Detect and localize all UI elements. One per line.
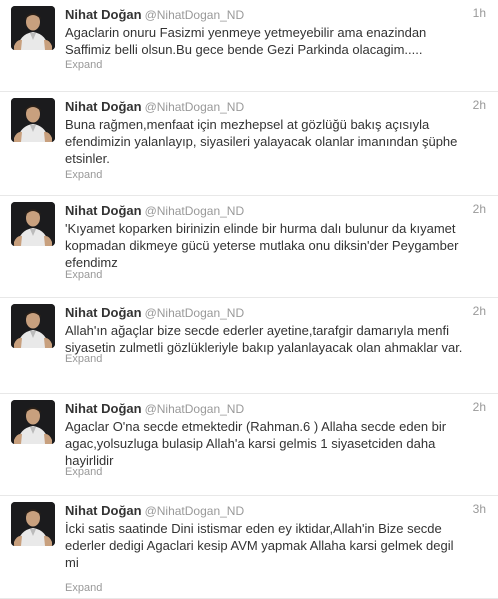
tweet-header: Nihat Doğan @NihatDogan_ND 2h	[65, 98, 486, 116]
tweet-timestamp[interactable]: 1h	[473, 6, 486, 20]
expand-link[interactable]: Expand	[65, 466, 102, 478]
tweet-text: 'Kıyamet koparken birinizin elinde bir h…	[65, 220, 485, 271]
author-name[interactable]: Nihat Doğan	[65, 503, 142, 518]
tweet-item[interactable]: Nihat Doğan @NihatDogan_ND 2h Buna rağmen,m…	[0, 92, 498, 196]
tweet-text: İcki satis saatinde Dini istismar eden e…	[65, 520, 485, 571]
profile-photo-image	[11, 98, 55, 142]
author-handle[interactable]: @NihatDogan_ND	[145, 100, 245, 114]
tweet-item[interactable]: Nihat Doğan @NihatDogan_ND 2h Allah'ın ağaç…	[0, 298, 498, 394]
author-handle[interactable]: @NihatDogan_ND	[145, 306, 245, 320]
tweet-text: Buna rağmen,menfaat için mezhepsel at gö…	[65, 116, 485, 167]
tweet-timestamp[interactable]: 2h	[473, 400, 486, 414]
tweet-timestamp[interactable]: 2h	[473, 202, 486, 216]
tweet-timestamp[interactable]: 2h	[473, 304, 486, 318]
tweet-text: Agaclar O'na secde etmektedir (Rahman.6 …	[65, 418, 485, 469]
tweet-header: Nihat Doğan @NihatDogan_ND 2h	[65, 400, 486, 418]
author-name[interactable]: Nihat Doğan	[65, 99, 142, 114]
tweet-text-line: ederler dedigi Agaclari kesip AVM yapmak…	[65, 538, 454, 553]
author-name[interactable]: Nihat Doğan	[65, 7, 142, 22]
author-handle[interactable]: @NihatDogan_ND	[145, 8, 245, 22]
tweet-header: Nihat Doğan @NihatDogan_ND 3h	[65, 502, 486, 520]
author-handle[interactable]: @NihatDogan_ND	[145, 402, 245, 416]
tweet-text-line: İcki satis saatinde Dini istismar eden e…	[65, 521, 442, 536]
tweet-text-line: Agaclarin onuru Fasizmi yenmeye yetmeyeb…	[65, 25, 427, 40]
tweet-header: Nihat Doğan @NihatDogan_ND 2h	[65, 202, 486, 220]
tweet-item[interactable]: Nihat Doğan @NihatDogan_ND 1h Agaclarin onu…	[0, 0, 498, 92]
profile-photo-image	[11, 202, 55, 246]
author-name[interactable]: Nihat Doğan	[65, 401, 142, 416]
tweet-feed: Nihat Doğan @NihatDogan_ND 1h Agaclarin onu…	[0, 0, 498, 599]
tweet-text: Allah'ın ağaçlar bize secde ederler ayet…	[65, 322, 485, 356]
profile-photo-image	[11, 304, 55, 348]
tweet-text-line: siyasetin zulmetli gözlükleriyle bakıp y…	[65, 340, 463, 355]
avatar[interactable]	[11, 98, 55, 142]
tweet-text-line: 'Kıyamet koparken birinizin elinde bir h…	[65, 221, 456, 236]
expand-link[interactable]: Expand	[65, 169, 102, 181]
tweet-text-line: Allah'ın ağaçlar bize secde ederler ayet…	[65, 323, 450, 338]
tweet-text-line: Buna rağmen,menfaat için mezhepsel at gö…	[65, 117, 430, 132]
expand-link[interactable]: Expand	[65, 59, 102, 71]
tweet-timestamp[interactable]: 3h	[473, 502, 486, 516]
tweet-text-line: kopmadan dikmeye gücü yeterse mutlaka on…	[65, 238, 459, 253]
avatar[interactable]	[11, 202, 55, 246]
tweet-text-line: efendimizin yalanlayıp, siyasileri yalay…	[65, 134, 458, 149]
tweet-text: Agaclarin onuru Fasizmi yenmeye yetmeyeb…	[65, 24, 485, 58]
tweet-text-line: Agaclar O'na secde etmektedir (Rahman.6 …	[65, 419, 447, 434]
profile-photo-image	[11, 400, 55, 444]
tweet-text-line: agac,yolsuzluga bulasip Allah'a karsi ge…	[65, 436, 436, 451]
avatar[interactable]	[11, 400, 55, 444]
tweet-header: Nihat Doğan @NihatDogan_ND 2h	[65, 304, 486, 322]
author-handle[interactable]: @NihatDogan_ND	[145, 504, 245, 518]
expand-link[interactable]: Expand	[65, 353, 102, 365]
tweet-header: Nihat Doğan @NihatDogan_ND 1h	[65, 6, 486, 24]
author-handle[interactable]: @NihatDogan_ND	[145, 204, 245, 218]
tweet-item[interactable]: Nihat Doğan @NihatDogan_ND 3h İcki satis sa…	[0, 496, 498, 599]
tweet-timestamp[interactable]: 2h	[473, 98, 486, 112]
tweet-text-line: efendimz	[65, 255, 118, 270]
tweet-text-line: Saffimiz belli olsun.Bu gece bende Gezi …	[65, 42, 423, 57]
expand-link[interactable]: Expand	[65, 269, 102, 281]
tweet-item[interactable]: Nihat Doğan @NihatDogan_ND 2h Agaclar O'na …	[0, 394, 498, 496]
author-name[interactable]: Nihat Doğan	[65, 305, 142, 320]
avatar[interactable]	[11, 6, 55, 50]
tweet-text-line: mi	[65, 555, 79, 570]
author-name[interactable]: Nihat Doğan	[65, 203, 142, 218]
expand-link[interactable]: Expand	[65, 582, 102, 594]
avatar[interactable]	[11, 304, 55, 348]
avatar[interactable]	[11, 502, 55, 546]
tweet-item[interactable]: Nihat Doğan @NihatDogan_ND 2h 'Kıyamet kopa…	[0, 196, 498, 298]
profile-photo-image	[11, 502, 55, 546]
profile-photo-image	[11, 6, 55, 50]
tweet-text-line: etsinler.	[65, 151, 110, 166]
